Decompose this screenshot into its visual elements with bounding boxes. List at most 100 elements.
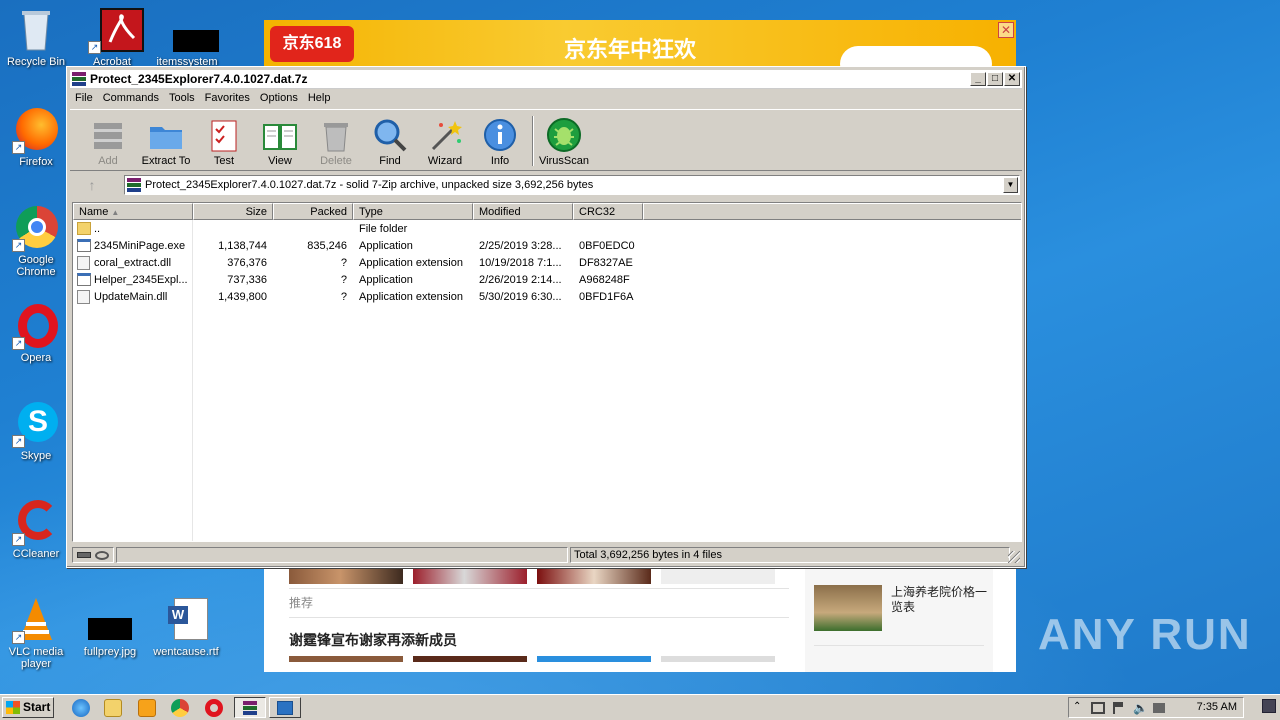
drive-icon (77, 552, 91, 558)
extract-folder-icon (148, 117, 184, 153)
window-title: Protect_2345Explorer7.4.0.1027.dat.7z (90, 72, 308, 86)
info-button[interactable]: Info (472, 113, 528, 167)
archive-path-field[interactable]: Protect_2345Explorer7.4.0.1027.dat.7z - … (124, 175, 1020, 195)
desktop-icon-skype[interactable]: S ↗ Skype (1, 400, 71, 462)
desktop-icon-firefox[interactable]: ↗ Firefox (1, 106, 71, 168)
file-list: Name ▲ Size Packed Type Modified CRC32 .… (72, 202, 1022, 542)
column-name[interactable]: Name ▲ (73, 203, 193, 220)
shortcut-arrow-icon: ↗ (12, 435, 25, 448)
language-icon[interactable] (1153, 703, 1165, 713)
banner-close-button[interactable]: ✕ (998, 22, 1014, 38)
menu-favorites[interactable]: Favorites (200, 90, 255, 106)
menu-file[interactable]: File (70, 90, 98, 106)
column-headers: Name ▲ Size Packed Type Modified CRC32 (73, 203, 1021, 220)
test-button[interactable]: Test (196, 113, 252, 167)
opera-icon[interactable] (205, 699, 223, 717)
resize-grip[interactable] (1008, 551, 1020, 563)
desktop-icon-vlc[interactable]: ↗ VLC media player (1, 596, 71, 670)
menu-commands[interactable]: Commands (98, 90, 164, 106)
table-row[interactable]: Helper_2345Expl... 737,336 ? Application… (73, 272, 1021, 289)
volume-icon[interactable]: 🔈 (1133, 701, 1148, 715)
view-button[interactable]: View (252, 113, 308, 167)
divider (814, 645, 984, 646)
column-modified[interactable]: Modified (473, 203, 573, 220)
desktop-icon-itemssystem[interactable]: itemssystem (152, 6, 222, 68)
recycle-bin-icon (12, 6, 60, 54)
table-row[interactable]: 2345MiniPage.exe 1,138,744 835,246 Appli… (73, 238, 1021, 255)
close-button[interactable]: ✕ (1004, 72, 1020, 86)
side-news-card[interactable]: 上海养老院价格一览表 (805, 567, 993, 672)
up-one-level-button[interactable]: ↑ (78, 176, 106, 194)
ie-icon[interactable] (72, 699, 90, 717)
exe-icon (77, 239, 91, 252)
news-thumb-2[interactable] (413, 568, 527, 584)
news-thumb-6[interactable] (413, 656, 527, 662)
system-tray: ⌃ 🔈 7:35 AM (1068, 697, 1244, 718)
toolbar: Add Extract To Test View Delete Find Wiz… (70, 109, 1022, 171)
status-drive-icons[interactable] (72, 547, 114, 563)
news-headline[interactable]: 谢霆锋宣布谢家再添新成员 (289, 630, 457, 650)
tray-expand-icon[interactable]: ⌃ (1073, 701, 1081, 712)
table-row[interactable]: coral_extract.dll 376,376 ? Application … (73, 255, 1021, 272)
news-thumb-1[interactable] (289, 568, 403, 584)
browser-icon (277, 701, 293, 715)
chrome-icon[interactable] (171, 699, 189, 717)
news-thumb-5[interactable] (289, 656, 403, 662)
menu-options[interactable]: Options (255, 90, 303, 106)
desktop-icon-opera[interactable]: ↗ Opera (1, 302, 71, 364)
table-row[interactable]: UpdateMain.dll 1,439,800 ? Application e… (73, 289, 1021, 306)
news-thumb-3[interactable] (537, 568, 651, 584)
add-button[interactable]: Add (80, 113, 136, 167)
word-doc-icon: W (162, 596, 210, 644)
title-bar[interactable]: Protect_2345Explorer7.4.0.1027.dat.7z _ □… (70, 70, 1022, 89)
desktop-icon-wentcause[interactable]: W wentcause.rtf (151, 596, 221, 658)
start-button[interactable]: Start (2, 697, 54, 718)
find-button[interactable]: Find (362, 113, 418, 167)
news-thumb-8[interactable] (661, 656, 775, 662)
status-selection (116, 547, 568, 563)
column-crc32[interactable]: CRC32 (573, 203, 643, 220)
image-file-icon (86, 596, 134, 644)
wizard-button[interactable]: Wizard (417, 113, 473, 167)
taskbar-browser[interactable] (269, 697, 301, 718)
desktop-icon-recycle-bin[interactable]: Recycle Bin (1, 6, 71, 68)
clock[interactable]: 7:35 AM (1197, 701, 1237, 713)
explorer-folder-icon[interactable] (104, 699, 122, 717)
file-icon (163, 6, 219, 54)
desktop-icon-chrome[interactable]: ↗ Google Chrome (1, 204, 71, 278)
show-desktop-button[interactable] (1262, 699, 1276, 713)
column-packed[interactable]: Packed (273, 203, 353, 220)
maximize-button[interactable]: □ (987, 72, 1003, 86)
winrar-icon (127, 178, 141, 192)
view-book-icon (262, 117, 298, 153)
virusscan-button[interactable]: VirusScan (536, 113, 592, 167)
desktop-icon-fullprey[interactable]: fullprey.jpg (75, 596, 145, 658)
recommend-label: 推荐 (289, 596, 314, 610)
desktop-icon-acrobat[interactable]: ↗ Acrobat (77, 6, 147, 68)
windows-logo-icon (6, 701, 20, 714)
shortcut-arrow-icon: ↗ (12, 337, 25, 350)
column-size[interactable]: Size (193, 203, 273, 220)
desktop-icon-ccleaner[interactable]: ↗ CCleaner (1, 498, 71, 560)
network-icon[interactable] (1091, 702, 1105, 714)
side-news-text: 上海养老院价格一览表 (891, 585, 988, 614)
column-type[interactable]: Type (353, 203, 473, 220)
info-icon (482, 117, 518, 153)
menu-help[interactable]: Help (303, 90, 336, 106)
action-center-flag-icon[interactable] (1113, 702, 1123, 714)
chevron-down-icon[interactable]: ▼ (1003, 177, 1018, 193)
menu-tools[interactable]: Tools (164, 90, 200, 106)
media-player-icon[interactable] (138, 699, 156, 717)
extract-to-button[interactable]: Extract To (138, 113, 194, 167)
jd-ad-banner[interactable]: 京东618 京东年中狂欢 ✕ (264, 20, 1016, 82)
delete-button[interactable]: Delete (308, 113, 364, 167)
test-checklist-icon (206, 117, 242, 153)
banner-slogan: 京东年中狂欢 (564, 37, 697, 62)
shortcut-arrow-icon: ↗ (12, 533, 25, 546)
taskbar-winrar[interactable] (234, 697, 266, 718)
news-thumb-7[interactable] (537, 656, 651, 662)
divider (289, 617, 789, 618)
minimize-button[interactable]: _ (970, 72, 986, 86)
table-row[interactable]: .. File folder (73, 221, 1021, 238)
news-thumb-4[interactable] (661, 568, 775, 584)
